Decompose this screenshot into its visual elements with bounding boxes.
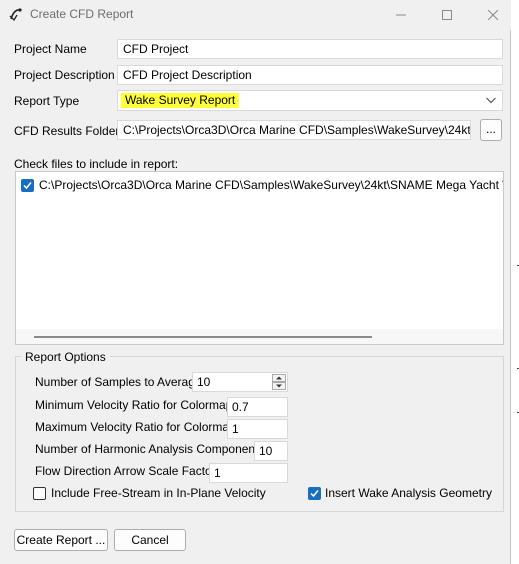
max-ratio-field[interactable]: 1 bbox=[227, 419, 288, 439]
arrow-scale-field[interactable]: 1 bbox=[209, 463, 288, 483]
wake-geometry-checkbox[interactable] bbox=[308, 487, 321, 500]
cancel-button[interactable]: Cancel bbox=[114, 529, 186, 551]
wake-geometry-label: Insert Wake Analysis Geometry bbox=[325, 486, 492, 500]
create-cfd-report-dialog: Create CFD Report Project Name CFD Proje… bbox=[0, 0, 511, 564]
arrow-up-icon bbox=[276, 376, 282, 380]
arrow-scale-label: Flow Direction Arrow Scale Factor bbox=[35, 464, 216, 478]
checkmark-icon bbox=[23, 182, 32, 190]
chevron-down-icon bbox=[486, 97, 496, 104]
min-ratio-label: Minimum Velocity Ratio for Colormap bbox=[35, 398, 233, 412]
project-name-label: Project Name bbox=[14, 42, 87, 56]
maximize-icon bbox=[442, 10, 452, 20]
app-icon bbox=[9, 8, 22, 22]
list-item[interactable]: C:\Projects\Orca3D\Orca Marine CFD\Sampl… bbox=[16, 176, 503, 194]
files-label: Check files to include in report: bbox=[14, 157, 179, 171]
samples-value: 10 bbox=[197, 375, 211, 389]
window-title: Create CFD Report bbox=[30, 7, 134, 21]
minimize-icon bbox=[396, 14, 406, 16]
stepper-up-button[interactable] bbox=[272, 374, 286, 382]
file-path: C:\Projects\Orca3D\Orca Marine CFD\Sampl… bbox=[39, 178, 504, 192]
minimize-button[interactable] bbox=[378, 0, 424, 30]
free-stream-label: Include Free-Stream in In-Plane Velocity bbox=[51, 486, 266, 500]
scrollbar-thumb[interactable] bbox=[34, 336, 372, 338]
close-button[interactable] bbox=[470, 0, 516, 30]
browse-button[interactable]: ... bbox=[480, 119, 502, 141]
harmonic-label: Number of Harmonic Analysis Components bbox=[35, 442, 265, 456]
maximize-button[interactable] bbox=[424, 0, 470, 30]
max-ratio-label: Maximum Velocity Ratio for Colormap bbox=[35, 420, 236, 434]
harmonic-field[interactable]: 10 bbox=[254, 441, 288, 461]
results-folder-label: CFD Results Folder: bbox=[14, 124, 123, 138]
horizontal-scrollbar[interactable] bbox=[16, 329, 503, 344]
create-report-button[interactable]: Create Report ... bbox=[14, 529, 108, 551]
background-strip bbox=[511, 0, 519, 564]
min-ratio-field[interactable]: 0.7 bbox=[227, 397, 288, 417]
stepper-down-button[interactable] bbox=[272, 382, 286, 390]
samples-label: Number of Samples to Average bbox=[35, 375, 202, 389]
project-description-label: Project Description bbox=[14, 68, 115, 82]
results-folder-field[interactable]: C:\Projects\Orca3D\Orca Marine CFD\Sampl… bbox=[117, 120, 471, 140]
arrow-down-icon bbox=[276, 384, 282, 388]
report-type-value: Wake Survey Report bbox=[121, 93, 240, 108]
project-description-field[interactable]: CFD Project Description bbox=[117, 65, 503, 85]
report-type-dropdown[interactable]: Wake Survey Report bbox=[117, 90, 503, 111]
file-checkbox[interactable] bbox=[21, 179, 34, 192]
checkmark-icon bbox=[310, 490, 319, 498]
report-type-label: Report Type bbox=[14, 94, 80, 108]
report-options-title: Report Options bbox=[21, 350, 110, 364]
free-stream-checkbox[interactable] bbox=[33, 487, 46, 500]
close-icon bbox=[488, 10, 498, 20]
project-name-field[interactable]: CFD Project bbox=[117, 39, 503, 59]
title-bar: Create CFD Report bbox=[0, 0, 511, 30]
file-list[interactable]: C:\Projects\Orca3D\Orca Marine CFD\Sampl… bbox=[15, 171, 504, 345]
samples-stepper[interactable]: 10 bbox=[192, 372, 288, 392]
